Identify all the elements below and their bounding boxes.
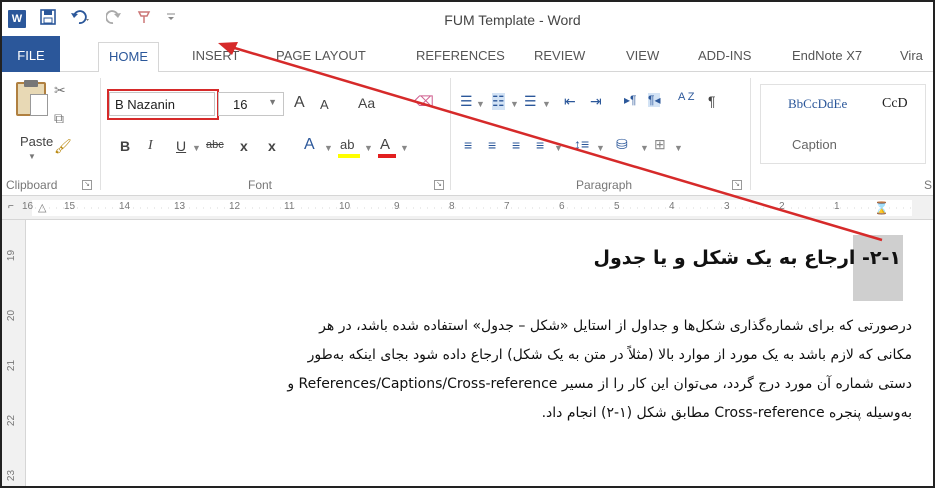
- word-window: W FUM Template - Word FILE HOME INSERT P…: [0, 0, 935, 488]
- annotation-arrow: [218, 42, 883, 242]
